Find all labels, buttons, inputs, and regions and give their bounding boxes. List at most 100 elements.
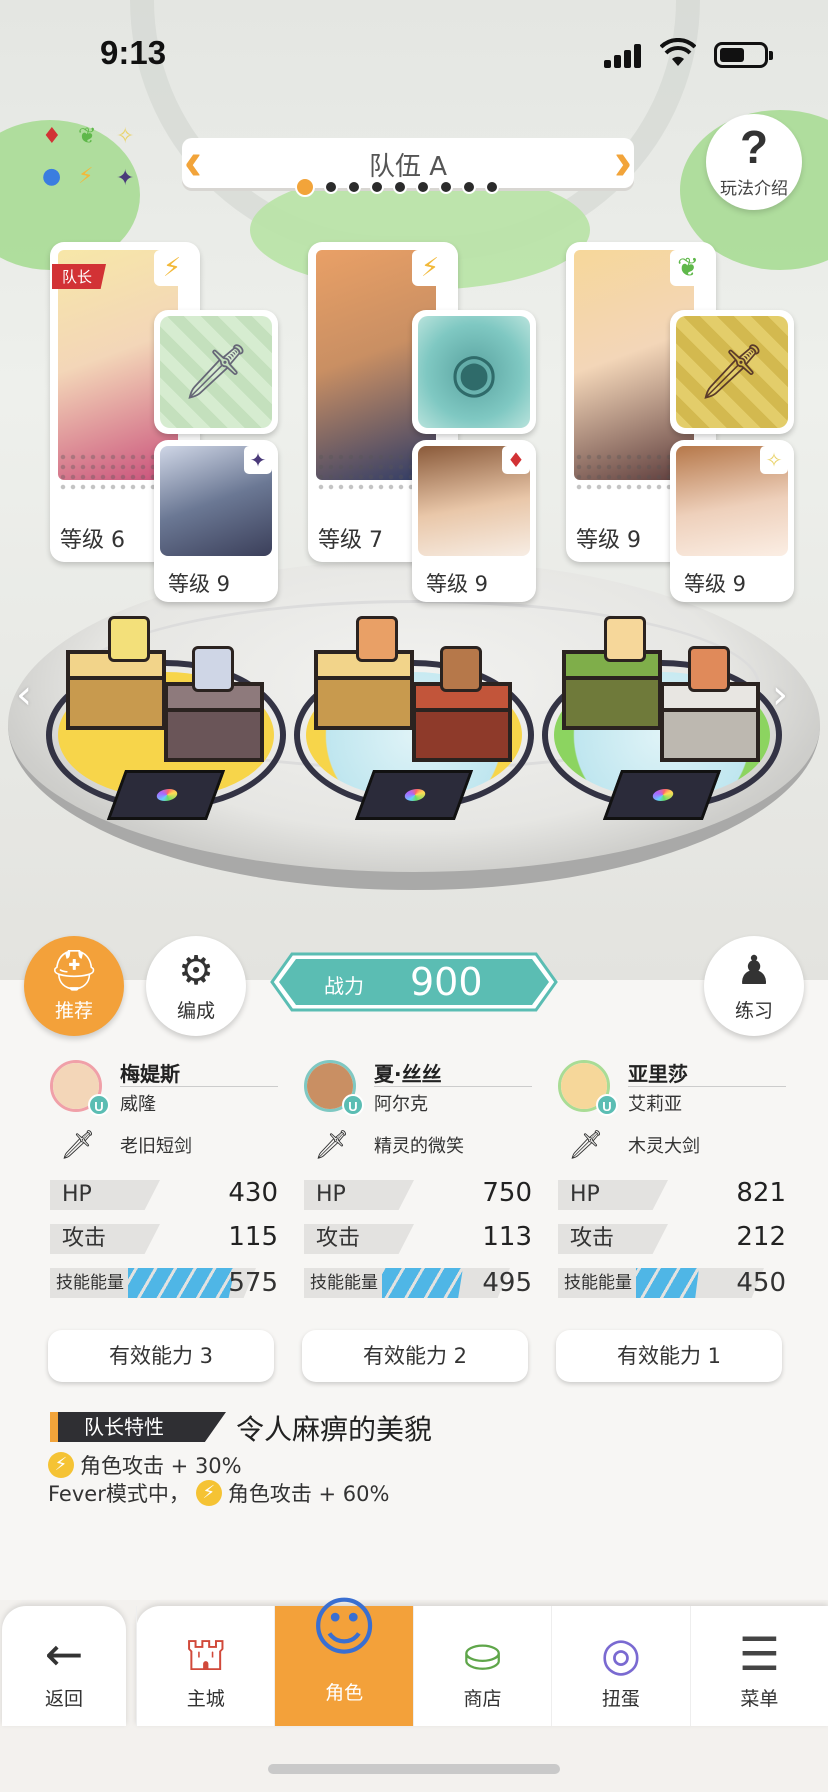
- element-water-icon: ●: [42, 164, 62, 189]
- leader-trait: 队长特性 令人麻痹的美貌: [50, 1408, 810, 1452]
- team-power: 战力 900: [270, 952, 558, 1012]
- page-dot[interactable]: [370, 180, 384, 194]
- effect-text: 角色攻击 + 60%: [227, 1482, 390, 1506]
- skill-energy-bar: [128, 1268, 235, 1298]
- tab-shop[interactable]: ⛀ 商店: [412, 1606, 551, 1726]
- sub-character-card[interactable]: ♦ 等级 9: [412, 440, 536, 602]
- practice-label: 练习: [734, 1000, 773, 1022]
- left-arrow-icon[interactable]: ‹: [16, 672, 32, 718]
- character-column-3[interactable]: U 亚里莎 艾莉亚 🗡 木灵大剑 HP 821 攻击 212 技能能量 450: [558, 1056, 786, 1300]
- sub-character-card[interactable]: ✦ 等级 9: [154, 440, 278, 602]
- character-name: 亚里莎: [628, 1062, 688, 1086]
- weapon-name: 木灵大剑: [628, 1136, 700, 1157]
- unit-slot-1[interactable]: ⚡ 队长 等级 6 🗡 ✦ 等级 9: [40, 242, 300, 622]
- page-dot[interactable]: [485, 180, 499, 194]
- recommend-label: 推荐: [54, 1000, 93, 1022]
- element-dark-icon: ✦: [116, 166, 135, 191]
- status-time: 9:13: [100, 34, 167, 71]
- page-dot[interactable]: [462, 180, 476, 194]
- tab-menu[interactable]: ☰ 菜单: [689, 1606, 828, 1726]
- weapon-card[interactable]: 🗡: [670, 310, 794, 434]
- sub-character-card[interactable]: ✧ 等级 9: [670, 440, 794, 602]
- page-dot[interactable]: [439, 180, 453, 194]
- page-dot[interactable]: [416, 180, 430, 194]
- unit-slot-2[interactable]: ⚡ 等级 7 ◉ ♦ 等级 9: [298, 242, 558, 622]
- training-dummy-icon: ♟: [736, 948, 772, 994]
- page-dot[interactable]: [324, 180, 338, 194]
- leader-badge: 队长: [52, 264, 107, 289]
- effective-ability-button-3[interactable]: 有效能力 1: [556, 1330, 782, 1382]
- marble-block: [660, 682, 760, 762]
- weapon-row: 🗡 精灵的微笑: [304, 1124, 532, 1170]
- character-column-1[interactable]: U 梅媞斯 威隆 🗡 老旧短剑 HP 430 攻击 115 技能能量 575: [50, 1056, 278, 1300]
- effective-ability-button-2[interactable]: 有效能力 2: [302, 1330, 528, 1382]
- tab-characters[interactable]: ☺ 角色: [274, 1591, 413, 1726]
- hp-label: HP: [50, 1180, 160, 1210]
- weapon-name: 老旧短剑: [120, 1136, 192, 1157]
- skill-energy-bar: [382, 1268, 463, 1298]
- skill-energy-stat: 技能能量 495: [304, 1264, 532, 1300]
- greatsword-icon: 🗡: [676, 316, 788, 428]
- character-sprite: [440, 646, 482, 692]
- formation-button[interactable]: ⚙ 编成: [146, 936, 246, 1036]
- effective-ability-button-1[interactable]: 有效能力 3: [48, 1330, 274, 1382]
- skill-energy-value: 450: [736, 1268, 786, 1298]
- stone-block: [164, 682, 264, 762]
- team-page-indicator[interactable]: [295, 177, 499, 197]
- sand-block: [66, 650, 166, 730]
- spirit-smile-icon: ◉: [418, 316, 530, 428]
- hp-label: HP: [558, 1180, 668, 1210]
- help-button[interactable]: ? 玩法介绍: [706, 114, 802, 210]
- weapon-card[interactable]: 🗡: [154, 310, 278, 434]
- page-dot[interactable]: [347, 180, 361, 194]
- attack-label: 攻击: [558, 1224, 668, 1254]
- tab-gacha[interactable]: ◎ 扭蛋: [551, 1606, 689, 1726]
- nav-tabs: ⛫ 主城 ☺ 角色 ⛀ 商店 ◎ 扭蛋 ☰ 菜单: [136, 1591, 828, 1726]
- character-level: 等级 9: [576, 528, 641, 553]
- page-dot[interactable]: [393, 180, 407, 194]
- menu-list-icon: ☰: [738, 1627, 780, 1681]
- recommend-button[interactable]: ⛑ 推荐: [24, 936, 124, 1036]
- weapon-card[interactable]: ◉: [412, 310, 536, 434]
- sub-character-name: 阿尔克: [374, 1094, 428, 1115]
- character-sprite: [688, 646, 730, 692]
- podium-2: [294, 600, 534, 830]
- power-value: 900: [410, 960, 483, 1004]
- page-dot-active[interactable]: [295, 177, 315, 197]
- character-column-2[interactable]: U 夏·丝丝 阿尔克 🗡 精灵的微笑 HP 750 攻击 113 技能能量 49…: [304, 1056, 532, 1300]
- weapon-glyph: 🗡: [181, 340, 251, 403]
- hp-stat: HP 750: [304, 1176, 532, 1214]
- wind-element-icon: ❦: [670, 250, 706, 286]
- formation-label: 编成: [176, 1000, 215, 1022]
- thunder-icon: ⚡: [195, 1480, 222, 1506]
- sub-character-name: 艾莉亚: [628, 1094, 682, 1115]
- practice-button[interactable]: ♟ 练习: [704, 936, 804, 1036]
- effect-text: 角色攻击 + 30%: [80, 1454, 242, 1478]
- clay-block: [412, 682, 512, 762]
- tab-label: 角色: [325, 1682, 364, 1704]
- leader-trait-label: 队长特性: [50, 1412, 226, 1442]
- thunder-element-icon: ⚡: [154, 250, 190, 286]
- hp-stat: HP 430: [50, 1176, 278, 1214]
- back-arrow-icon: ←: [44, 1627, 84, 1681]
- element-affinity-chart[interactable]: ♦ ⚡ ❦ ✦ ● ✧: [40, 122, 150, 196]
- podium-3: [542, 600, 782, 830]
- divider: [120, 1086, 278, 1087]
- attack-stat: 攻击 115: [50, 1220, 278, 1258]
- shop-bag-icon: ⛀: [463, 1627, 502, 1681]
- character-level: 等级 6: [60, 528, 125, 553]
- character-name: 梅媞斯: [120, 1062, 180, 1086]
- element-light-icon: ✧: [116, 124, 135, 149]
- power-label: 战力: [324, 974, 364, 998]
- sword-icon: 🗡: [60, 1128, 96, 1161]
- element-red-icon: ♦: [42, 124, 62, 149]
- back-label: 返回: [44, 1688, 83, 1710]
- leader-effect-2: Fever模式中， ⚡ 角色攻击 + 60%: [48, 1478, 389, 1508]
- back-button[interactable]: ← 返回: [2, 1606, 126, 1726]
- fire-element-icon: ♦: [502, 446, 530, 474]
- support-tile: [602, 770, 722, 820]
- tab-town[interactable]: ⛫ 主城: [136, 1606, 274, 1726]
- skill-energy-stat: 技能能量 575: [50, 1264, 278, 1300]
- next-team-chevron-icon[interactable]: ›: [614, 134, 632, 188]
- unit-slot-3[interactable]: ❦ 等级 9 🗡 ✧ 等级 9: [556, 242, 816, 622]
